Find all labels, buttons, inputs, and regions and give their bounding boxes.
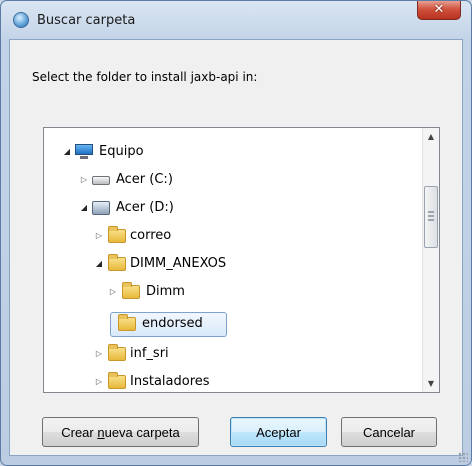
folder-icon: [108, 344, 126, 361]
dialog-prompt: Select the folder to install jaxb-api in…: [32, 70, 258, 84]
cancel-button[interactable]: Cancelar: [341, 417, 437, 447]
collapse-arrow-icon[interactable]: ◢: [94, 252, 104, 276]
tree-item-label: Acer (C:): [116, 172, 173, 187]
scroll-up-arrow-icon[interactable]: ▲: [423, 128, 439, 145]
expand-arrow-icon[interactable]: ▷: [108, 280, 118, 304]
window-title: Buscar carpeta: [37, 13, 136, 28]
folder-icon: [108, 226, 126, 243]
expand-arrow-icon[interactable]: ▷: [79, 168, 89, 192]
drive-icon: [92, 201, 110, 215]
close-button[interactable]: ✕: [417, 1, 461, 20]
expand-arrow-icon[interactable]: ▷: [94, 370, 104, 392]
new-folder-button[interactable]: Crear nueva carpeta: [42, 417, 199, 447]
tree-item-label: Acer (D:): [116, 200, 174, 215]
tree-item-label: DIMM_ANEXOS: [130, 256, 227, 271]
collapse-arrow-icon[interactable]: ◢: [79, 196, 89, 220]
folder-tree-viewport: ◢ Equipo ▷ Acer (C:) ◢ Acer (D:) ▷ corre…: [44, 128, 422, 392]
collapse-arrow-icon[interactable]: ◢: [62, 140, 72, 164]
scroll-down-arrow-icon[interactable]: ▼: [423, 375, 439, 392]
expand-arrow-icon[interactable]: ▷: [94, 224, 104, 248]
folder-icon: [118, 314, 136, 331]
tree-item-label: Dimm: [146, 284, 185, 299]
scroll-grip-icon: [428, 211, 434, 221]
folder-icon: [108, 372, 126, 389]
vertical-scrollbar[interactable]: ▲ ▼: [422, 128, 439, 392]
tree-item-label: Equipo: [99, 144, 144, 159]
tree-item-label: correo: [130, 228, 172, 243]
accept-button[interactable]: Aceptar: [230, 417, 327, 447]
tree-item-label: Instaladores: [130, 374, 210, 389]
tree-item-label: inf_sri: [130, 346, 169, 361]
folder-tree[interactable]: ◢ Equipo ▷ Acer (C:) ◢ Acer (D:) ▷ corre…: [43, 127, 440, 393]
folder-icon: [122, 282, 140, 299]
title-bar[interactable]: Buscar carpeta ✕: [1, 1, 471, 39]
folder-browse-app-icon: [13, 12, 29, 28]
tree-item-label: endorsed: [142, 316, 203, 331]
folder-icon: [108, 254, 126, 271]
scrollbar-thumb[interactable]: [424, 186, 438, 248]
new-folder-button-label: Crear nueva carpeta: [61, 425, 180, 440]
expand-arrow-icon[interactable]: ▷: [94, 342, 104, 366]
resize-grip-icon[interactable]: [458, 452, 468, 462]
computer-icon: [75, 144, 93, 159]
drive-icon: [92, 176, 110, 185]
